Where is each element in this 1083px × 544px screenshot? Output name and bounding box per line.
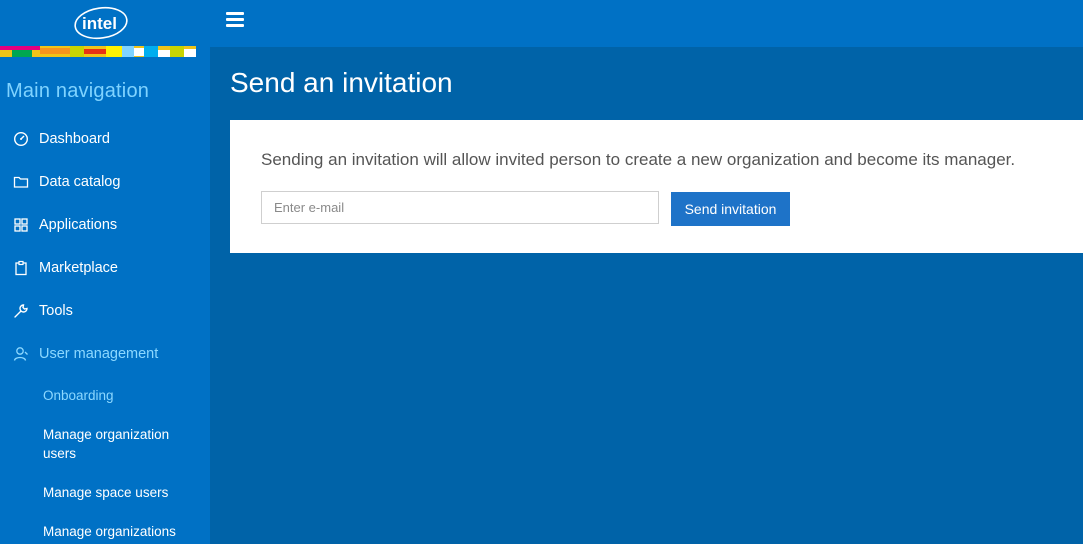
nav-item-data-catalog[interactable]: Data catalog [12, 170, 120, 194]
nav-item-applications[interactable]: Applications [12, 213, 117, 237]
invitation-description: Sending an invitation will allow invited… [261, 150, 1016, 169]
intel-logo[interactable]: intel [72, 3, 130, 41]
send-invitation-button[interactable]: Send invitation [671, 192, 790, 226]
nav-item-label: Data catalog [39, 174, 121, 190]
logo-area: intel [0, 0, 210, 47]
gauge-icon [12, 130, 30, 148]
sidebar: intel Main navigation Dashboard Data cat… [0, 0, 210, 544]
subnav-item-onboarding[interactable]: Onboarding [43, 386, 193, 405]
user-icon [12, 345, 30, 363]
top-bar [210, 0, 1083, 47]
folder-icon [12, 173, 30, 191]
nav-item-dashboard[interactable]: Dashboard [12, 127, 110, 151]
email-input[interactable] [261, 191, 659, 224]
invitation-card: Sending an invitation will allow invited… [230, 120, 1083, 253]
main-navigation-title: Main navigation [6, 80, 150, 102]
brand-color-stripe [0, 46, 196, 57]
nav-item-label: Marketplace [39, 260, 118, 276]
nav-item-user-management[interactable]: User management [12, 342, 158, 366]
nav-item-label: Tools [39, 303, 73, 319]
nav-item-label: User management [39, 346, 159, 362]
nav-item-label: Applications [39, 217, 118, 233]
page-title: Send an invitation [230, 67, 453, 98]
grid-icon [12, 216, 30, 234]
svg-text:intel: intel [82, 14, 117, 33]
subnav-item-manage-space-users[interactable]: Manage space users [43, 483, 193, 502]
subnav-item-manage-organization-users[interactable]: Manage organization users [43, 425, 193, 463]
nav-item-tools[interactable]: Tools [12, 299, 73, 323]
nav-item-marketplace[interactable]: Marketplace [12, 256, 118, 280]
nav-item-label: Dashboard [39, 131, 110, 147]
subnav-item-manage-organizations[interactable]: Manage organizations [43, 522, 193, 541]
clipboard-icon [12, 259, 30, 277]
wrench-icon [12, 302, 30, 320]
hamburger-icon[interactable] [226, 12, 244, 30]
